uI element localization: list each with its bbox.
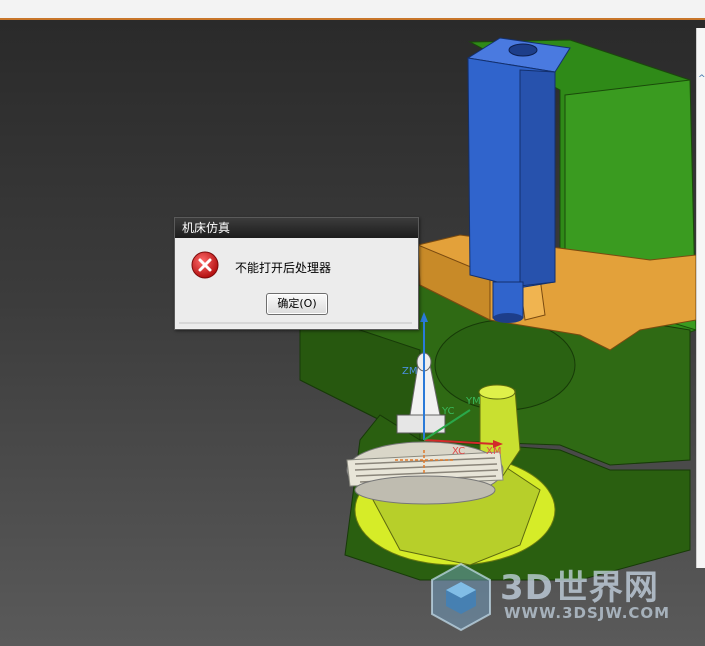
error-icon bbox=[191, 251, 219, 279]
axis-label-xc: XC bbox=[452, 446, 466, 457]
machine-model bbox=[299, 37, 697, 581]
axis-label-ym: YM bbox=[466, 396, 481, 407]
error-dialog: 机床仿真 不能打开后处理器 确定(O) bbox=[174, 217, 419, 330]
axis-label-zm: ZM bbox=[402, 366, 418, 377]
cube-logo-icon bbox=[431, 562, 491, 632]
ok-button[interactable]: 确定(O) bbox=[266, 293, 328, 315]
dialog-body: 不能打开后处理器 确定(O) bbox=[175, 238, 418, 328]
side-panel[interactable]: ^ bbox=[696, 28, 705, 568]
3d-viewport[interactable]: ZM YM YC XC XM bbox=[0, 20, 705, 646]
watermark: 3D世界网 WWW.3DSJW.COM bbox=[420, 556, 705, 646]
dialog-title[interactable]: 机床仿真 bbox=[175, 218, 418, 238]
side-panel-indicator: ^ bbox=[698, 74, 705, 84]
axis-label-xm: XM bbox=[486, 446, 502, 457]
dialog-footer-divider bbox=[179, 322, 412, 324]
axis-label-yc: YC bbox=[442, 406, 455, 417]
title-bar bbox=[0, 0, 705, 20]
watermark-title: 3D世界网 bbox=[500, 568, 659, 608]
watermark-url: WWW.3DSJW.COM bbox=[504, 604, 671, 622]
dialog-message: 不能打开后处理器 bbox=[235, 261, 332, 275]
